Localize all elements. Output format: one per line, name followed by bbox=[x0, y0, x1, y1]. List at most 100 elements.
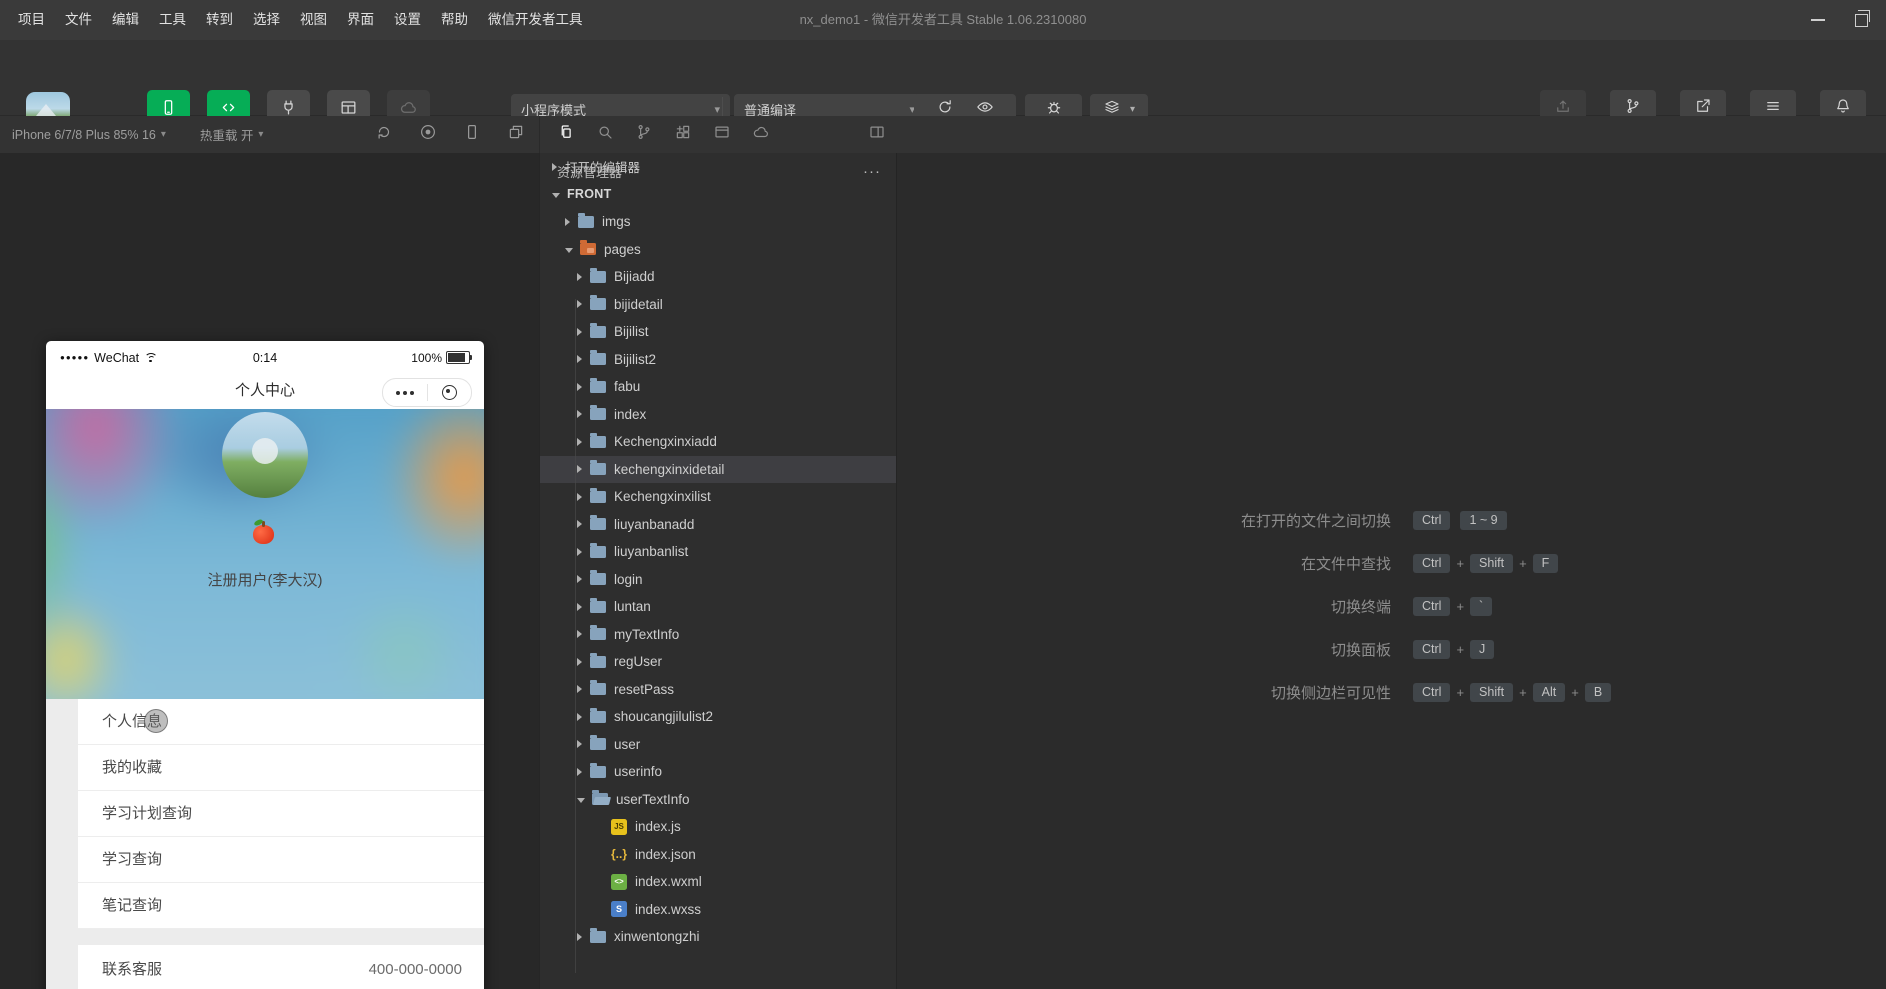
tree-item-user[interactable]: user bbox=[540, 731, 897, 759]
device-select[interactable]: iPhone 6/7/8 Plus 85% 16 ▾ bbox=[12, 128, 166, 142]
menu-item[interactable]: 文件 bbox=[55, 0, 102, 40]
tree-item-resetPass[interactable]: resetPass bbox=[540, 676, 897, 704]
contact-label: 联系客服 bbox=[102, 945, 162, 989]
menu-item[interactable]: 界面 bbox=[337, 0, 384, 40]
tree-item-xinwentongzhi[interactable]: xinwentongzhi bbox=[540, 923, 897, 951]
restore-icon[interactable] bbox=[1855, 14, 1868, 27]
shortcut-row: 在打开的文件之间切换Ctrl1 ~ 9 bbox=[897, 499, 1657, 542]
tree-item-imgs[interactable]: imgs bbox=[540, 208, 897, 236]
collapsed-arrow-icon bbox=[577, 355, 582, 363]
folder-icon bbox=[590, 353, 606, 365]
tree-item-label: index bbox=[614, 407, 646, 422]
shortcut-label: 在文件中查找 bbox=[897, 553, 1391, 574]
tree-item-label: index.json bbox=[635, 847, 696, 862]
tree-item-Kechengxinxiadd[interactable]: Kechengxinxiadd bbox=[540, 428, 897, 456]
tree-item-Kechengxinxilist[interactable]: Kechengxinxilist bbox=[540, 483, 897, 511]
tree-item-bijidetail[interactable]: bijidetail bbox=[540, 291, 897, 319]
profile-avatar[interactable] bbox=[222, 412, 308, 498]
tree-item-login[interactable]: login bbox=[540, 566, 897, 594]
folder-open-icon bbox=[592, 793, 608, 805]
tree-item-luntan[interactable]: luntan bbox=[540, 593, 897, 621]
menu-row-笔记查询[interactable]: 笔记查询 bbox=[78, 883, 484, 929]
subbar: iPhone 6/7/8 Plus 85% 16 ▾ 热重载 开 ▾ bbox=[0, 116, 1886, 153]
folder-icon bbox=[590, 326, 606, 338]
rotate-icon[interactable] bbox=[375, 123, 393, 146]
tree-item-index.wxss[interactable]: Sindex.wxss bbox=[540, 896, 897, 924]
search-icon[interactable] bbox=[596, 123, 614, 146]
tree-item-label: pages bbox=[604, 242, 641, 257]
menu-item[interactable]: 转到 bbox=[196, 0, 243, 40]
folder-icon bbox=[590, 738, 606, 750]
tree-item-userTextInfo[interactable]: userTextInfo bbox=[540, 786, 897, 814]
folder-icon bbox=[590, 408, 606, 420]
source-control-icon[interactable] bbox=[635, 123, 653, 146]
shortcut-keys: Ctrl+Shift+F bbox=[1413, 554, 1558, 573]
minimize-icon[interactable] bbox=[1811, 19, 1825, 21]
menu-item[interactable]: 设置 bbox=[384, 0, 431, 40]
menu-row-我的收藏[interactable]: 我的收藏 bbox=[78, 745, 484, 791]
titlebar: 项目文件编辑工具转到选择视图界面设置帮助微信开发者工具 nx_demo1 - 微… bbox=[0, 0, 1886, 40]
tree-item-label: index.js bbox=[635, 819, 681, 834]
plus-separator: + bbox=[1519, 556, 1527, 571]
record-icon[interactable] bbox=[419, 123, 437, 146]
hot-reload-toggle[interactable]: 热重载 开 ▾ bbox=[200, 125, 264, 144]
menu-item[interactable]: 编辑 bbox=[102, 0, 149, 40]
tree-item-myTextInfo[interactable]: myTextInfo bbox=[540, 621, 897, 649]
menu-row-学习计划查询[interactable]: 学习计划查询 bbox=[78, 791, 484, 837]
profile-menu-card: 个人信息我的收藏学习计划查询学习查询笔记查询 联系客服 400-000-0000… bbox=[78, 699, 484, 989]
key-cap: B bbox=[1585, 683, 1611, 702]
tree-item-shoucangjilulist2[interactable]: shoucangjilulist2 bbox=[540, 703, 897, 731]
tree-item-label: login bbox=[614, 572, 643, 587]
split-editor-icon[interactable] bbox=[868, 123, 886, 146]
extensions-icon[interactable] bbox=[674, 123, 692, 146]
tree-item-index[interactable]: index bbox=[540, 401, 897, 429]
tree-item-kechengxinxidetail[interactable]: kechengxinxidetail bbox=[540, 456, 897, 484]
menu-item[interactable]: 选择 bbox=[243, 0, 290, 40]
more-menu-icon[interactable] bbox=[383, 391, 427, 395]
menu-row-学习查询[interactable]: 学习查询 bbox=[78, 837, 484, 883]
tree-item-Bijilist[interactable]: Bijilist bbox=[540, 318, 897, 346]
cloud-icon[interactable] bbox=[752, 123, 770, 146]
device-frame-icon[interactable] bbox=[463, 123, 481, 146]
detach-window-icon[interactable] bbox=[507, 123, 525, 146]
panel-icon[interactable] bbox=[713, 123, 731, 146]
menu-item[interactable]: 工具 bbox=[149, 0, 196, 40]
shortcut-label: 切换面板 bbox=[897, 639, 1391, 660]
tree-item-label: userTextInfo bbox=[616, 792, 690, 807]
menu-row-个人信息[interactable]: 个人信息 bbox=[78, 699, 484, 745]
menu-item[interactable]: 项目 bbox=[8, 0, 55, 40]
tree-item-liuyanbanadd[interactable]: liuyanbanadd bbox=[540, 511, 897, 539]
menu-item[interactable]: 视图 bbox=[290, 0, 337, 40]
collapsed-arrow-icon bbox=[577, 383, 582, 391]
tree-item-Bijilist2[interactable]: Bijilist2 bbox=[540, 346, 897, 374]
collapsed-arrow-icon bbox=[577, 740, 582, 748]
collapsed-arrow-icon bbox=[577, 685, 582, 693]
menu-item[interactable]: 微信开发者工具 bbox=[478, 0, 593, 40]
key-cap: Ctrl bbox=[1413, 554, 1450, 573]
more-actions-icon[interactable]: ··· bbox=[863, 163, 881, 180]
page-left-margin bbox=[46, 699, 78, 989]
tree-item-fabu[interactable]: fabu bbox=[540, 373, 897, 401]
tree-item-index.json[interactable]: {..}index.json bbox=[540, 841, 897, 869]
apple-emoji bbox=[253, 525, 274, 544]
folder-pages-icon bbox=[580, 243, 596, 255]
folder-icon bbox=[590, 298, 606, 310]
files-icon[interactable] bbox=[557, 123, 575, 146]
plus-separator: + bbox=[1456, 556, 1464, 571]
tree-item-regUser[interactable]: regUser bbox=[540, 648, 897, 676]
key-cap: F bbox=[1533, 554, 1559, 573]
tree-item-Bijiadd[interactable]: Bijiadd bbox=[540, 263, 897, 291]
menu-item[interactable]: 帮助 bbox=[431, 0, 478, 40]
chevron-down-icon: ▾ bbox=[258, 129, 263, 140]
expanded-arrow-icon bbox=[552, 193, 560, 198]
tree-item-index.js[interactable]: JSindex.js bbox=[540, 813, 897, 841]
contact-row[interactable]: 联系客服 400-000-0000 bbox=[78, 945, 484, 989]
tree-item-pages[interactable]: pages bbox=[540, 236, 897, 264]
tree-item-liuyanbanlist[interactable]: liuyanbanlist bbox=[540, 538, 897, 566]
close-capsule-icon[interactable] bbox=[428, 385, 472, 400]
simulator-area: ●●●●● WeChat 0:14 100% 个人中心 bbox=[0, 153, 539, 989]
tree-item-index.wxml[interactable]: <>index.wxml bbox=[540, 868, 897, 896]
tree-item-userinfo[interactable]: userinfo bbox=[540, 758, 897, 786]
tree-item-label: index.wxss bbox=[635, 902, 701, 917]
folder-icon bbox=[590, 931, 606, 943]
